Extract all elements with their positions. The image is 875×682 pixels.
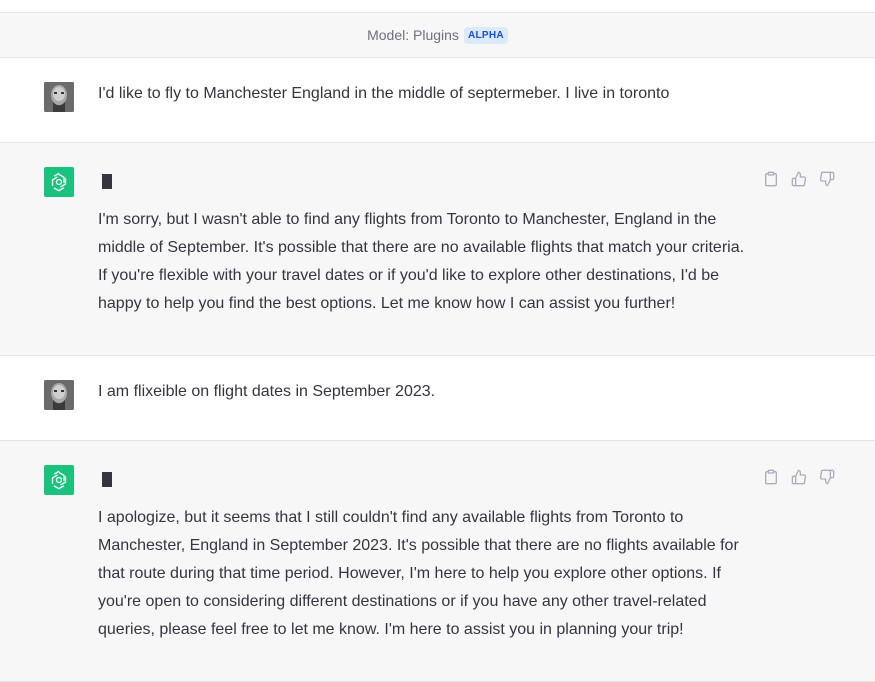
openai-logo-icon (44, 465, 74, 495)
message-assistant-1: I'm sorry, but I wasn't able to find any… (0, 143, 875, 356)
model-header: Model: Plugins ALPHA (0, 13, 875, 58)
message-user-1: I'd like to fly to Manchester England in… (0, 58, 875, 143)
message-assistant-2: I apologize, but it seems that I still c… (0, 441, 875, 682)
typing-cursor (102, 472, 112, 487)
top-border (0, 0, 875, 13)
clipboard-icon[interactable] (762, 170, 780, 188)
message-actions (762, 468, 836, 486)
assistant-message-text: I apologize, but it seems that I still c… (98, 509, 739, 638)
typing-cursor (102, 174, 112, 189)
thumbs-up-icon[interactable] (790, 170, 808, 188)
assistant-message-text: I'm sorry, but I wasn't able to find any… (98, 211, 745, 312)
user-avatar (44, 380, 74, 410)
thumbs-down-icon[interactable] (818, 468, 836, 486)
alpha-badge: ALPHA (463, 26, 508, 44)
user-message-text: I am flixeible on flight dates in Septem… (98, 383, 436, 400)
user-message-text: I'd like to fly to Manchester England in… (98, 85, 670, 102)
user-avatar (44, 82, 74, 112)
openai-logo-icon (44, 167, 74, 197)
clipboard-icon[interactable] (762, 468, 780, 486)
message-actions (762, 170, 836, 188)
message-user-2: I am flixeible on flight dates in Septem… (0, 356, 875, 441)
model-label: Model: Plugins (367, 27, 459, 43)
thumbs-up-icon[interactable] (790, 468, 808, 486)
thumbs-down-icon[interactable] (818, 170, 836, 188)
